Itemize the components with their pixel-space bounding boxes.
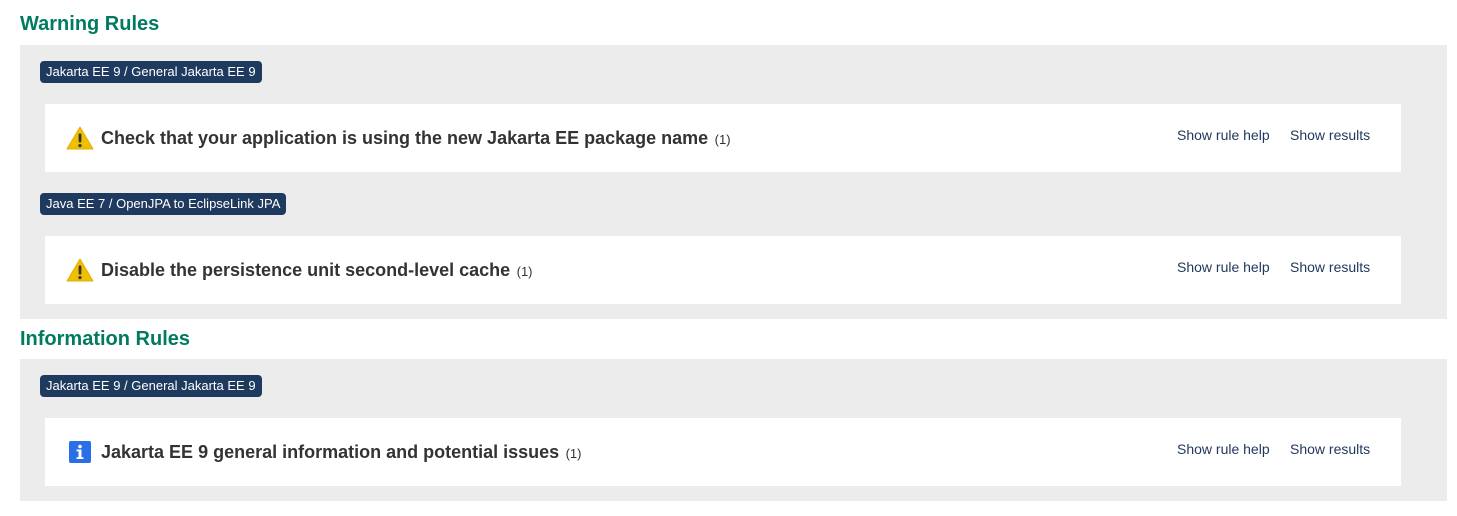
rule-title: Jakarta EE 9 general information and pot… [101,441,581,465]
show-results-link[interactable]: Show results [1290,259,1370,275]
show-rule-help-link[interactable]: Show rule help [1177,259,1270,275]
warning-icon [66,257,94,283]
warning-rules-title: Warning Rules [20,13,160,35]
category-badge: Jakarta EE 9 / General Jakarta EE 9 [40,375,262,397]
show-rule-help-link[interactable]: Show rule help [1177,441,1270,457]
rule-name: Jakarta EE 9 general information and pot… [101,442,560,462]
rule-name: Check that your application is using the… [101,128,709,148]
rules-report: Warning Rules Jakarta EE 9 / General Jak… [0,0,1457,516]
rule-name: Disable the persistence unit second-leve… [101,260,511,280]
rule-count: (1) [714,132,731,147]
rule-card: Jakarta EE 9 general information and pot… [45,418,1401,486]
information-rules-title: Information Rules [20,328,191,350]
rule-card: Check that your application is using the… [45,104,1401,172]
show-results-link[interactable]: Show results [1290,127,1370,143]
warning-rules-group: Jakarta EE 9 / General Jakarta EE 9 Chec… [20,45,1447,319]
information-rules-group: Jakarta EE 9 / General Jakarta EE 9 Jaka… [20,359,1447,501]
warning-icon [66,125,94,151]
show-rule-help-link[interactable]: Show rule help [1177,127,1270,143]
rule-title: Check that your application is using the… [101,127,731,151]
category-badge: Jakarta EE 9 / General Jakarta EE 9 [40,61,262,83]
rule-count: (1) [516,264,533,279]
show-results-link[interactable]: Show results [1290,441,1370,457]
info-icon [66,439,94,465]
rule-title: Disable the persistence unit second-leve… [101,259,533,283]
rule-card: Disable the persistence unit second-leve… [45,236,1401,304]
rule-count: (1) [565,446,582,461]
category-badge: Java EE 7 / OpenJPA to EclipseLink JPA [40,193,287,215]
